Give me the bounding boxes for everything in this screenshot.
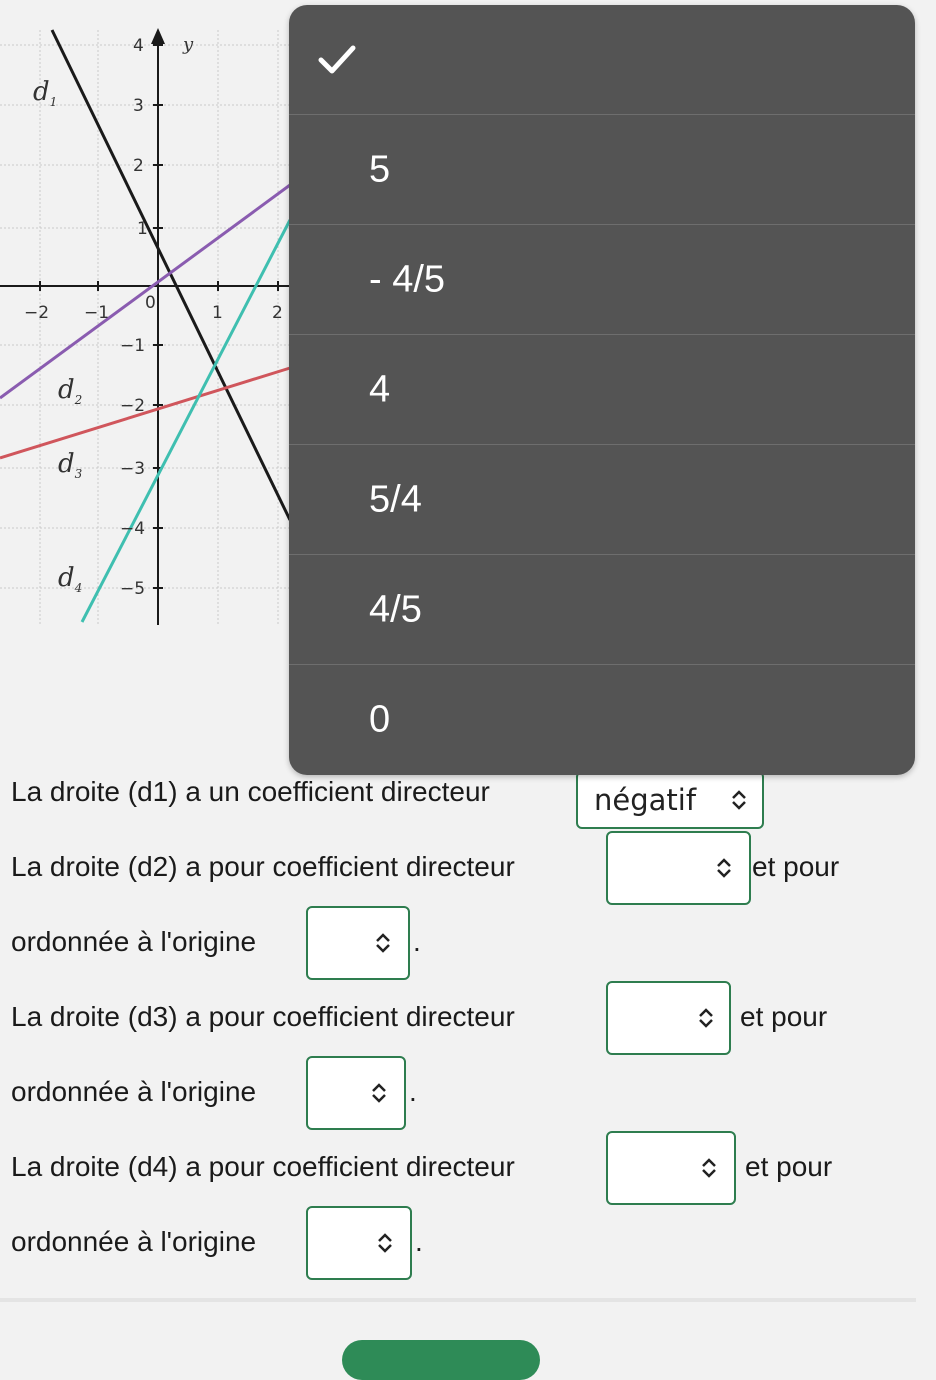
d1-slope-select[interactable]: négatif [576, 771, 764, 829]
d3-slope-select[interactable] [606, 981, 731, 1055]
dropdown-option[interactable]: 5/4 [289, 445, 915, 555]
question-d3-after: et pour [740, 1001, 828, 1032]
dropdown-option-label: - 4/5 [369, 258, 446, 300]
checkmark-icon [318, 45, 356, 73]
question-d3-origin-text: ordonnée à l'origine [11, 1076, 257, 1107]
y-tick-label: 1 [137, 219, 148, 239]
y-tick-label: −1 [120, 336, 145, 356]
x-tick-label: −1 [84, 303, 109, 323]
label-d4: d4 [58, 563, 82, 595]
submit-button[interactable] [342, 1340, 540, 1380]
y-tick-label: 4 [133, 36, 144, 56]
d1-slope-value: négatif [594, 783, 697, 817]
line-d2 [0, 183, 291, 400]
line-d1 [50, 29, 292, 521]
question-d2-period: . [413, 926, 421, 957]
divider [0, 1298, 916, 1302]
y-axis-label: y [182, 34, 194, 55]
y-tick-label: 3 [133, 96, 144, 116]
dropdown-option[interactable]: 4/5 [289, 555, 915, 665]
chevron-updown-icon [378, 1233, 392, 1253]
question-d4-origin-text: ordonnée à l'origine [11, 1226, 257, 1257]
question-d4-after: et pour [745, 1151, 833, 1182]
dropdown-option-label: 5 [369, 148, 391, 190]
line-d4 [80, 219, 292, 623]
question-d1-text: La droite (d1) a un coefficient directeu… [11, 776, 490, 807]
chevron-updown-icon [699, 1008, 713, 1028]
label-d3: d3 [58, 449, 83, 481]
dropdown-option[interactable]: 4 [289, 335, 915, 445]
label-d1: d1 [33, 77, 57, 109]
chevron-updown-icon [717, 858, 731, 878]
dropdown-option-label: 4/5 [369, 588, 422, 630]
question-d2-after: et pour [752, 851, 840, 882]
question-d2-origin-text: ordonnée à l'origine [11, 926, 257, 957]
y-tick-label: −4 [120, 519, 145, 539]
dropdown-option-blank[interactable] [289, 5, 915, 115]
x-tick-label: 0 [145, 293, 156, 313]
y-tick-label: 2 [133, 156, 144, 176]
d2-slope-select[interactable] [606, 831, 751, 905]
label-d2: d2 [58, 375, 82, 407]
chevron-updown-icon [372, 1083, 386, 1103]
question-d3-period: . [409, 1076, 417, 1107]
x-tick-label: 2 [272, 303, 283, 323]
dropdown-option[interactable]: 5 [289, 115, 915, 225]
dropdown-menu: 5 - 4/5 4 5/4 4/5 0 [289, 5, 915, 775]
y-tick-label: −2 [120, 396, 145, 416]
dropdown-option-label: 4 [369, 368, 391, 410]
d3-intercept-select[interactable] [306, 1056, 406, 1130]
question-d3-text: La droite (d3) a pour coefficient direct… [11, 1001, 515, 1032]
dropdown-option[interactable]: 0 [289, 665, 915, 775]
question-d4-text: La droite (d4) a pour coefficient direct… [11, 1151, 515, 1182]
d4-slope-select[interactable] [606, 1131, 736, 1205]
chevron-updown-icon [702, 1158, 716, 1178]
question-d4-period: . [415, 1226, 423, 1257]
graph-figure: −2 −1 0 1 2 4 3 2 1 −1 −2 −3 −4 −5 y d1 … [0, 28, 292, 625]
y-tick-label: −5 [120, 579, 145, 599]
x-tick-label: 1 [212, 303, 223, 323]
y-tick-label: −3 [120, 459, 145, 479]
dropdown-option-label: 0 [369, 698, 391, 741]
dropdown-option-label: 5/4 [369, 478, 422, 520]
question-d2-text: La droite (d2) a pour coefficient direct… [11, 851, 515, 882]
d4-intercept-select[interactable] [306, 1206, 412, 1280]
d2-intercept-select[interactable] [306, 906, 410, 980]
y-axis-arrow [151, 28, 165, 44]
chevron-updown-icon [376, 933, 390, 953]
dropdown-option[interactable]: - 4/5 [289, 225, 915, 335]
chevron-updown-icon [732, 790, 746, 810]
x-tick-label: −2 [24, 303, 49, 323]
